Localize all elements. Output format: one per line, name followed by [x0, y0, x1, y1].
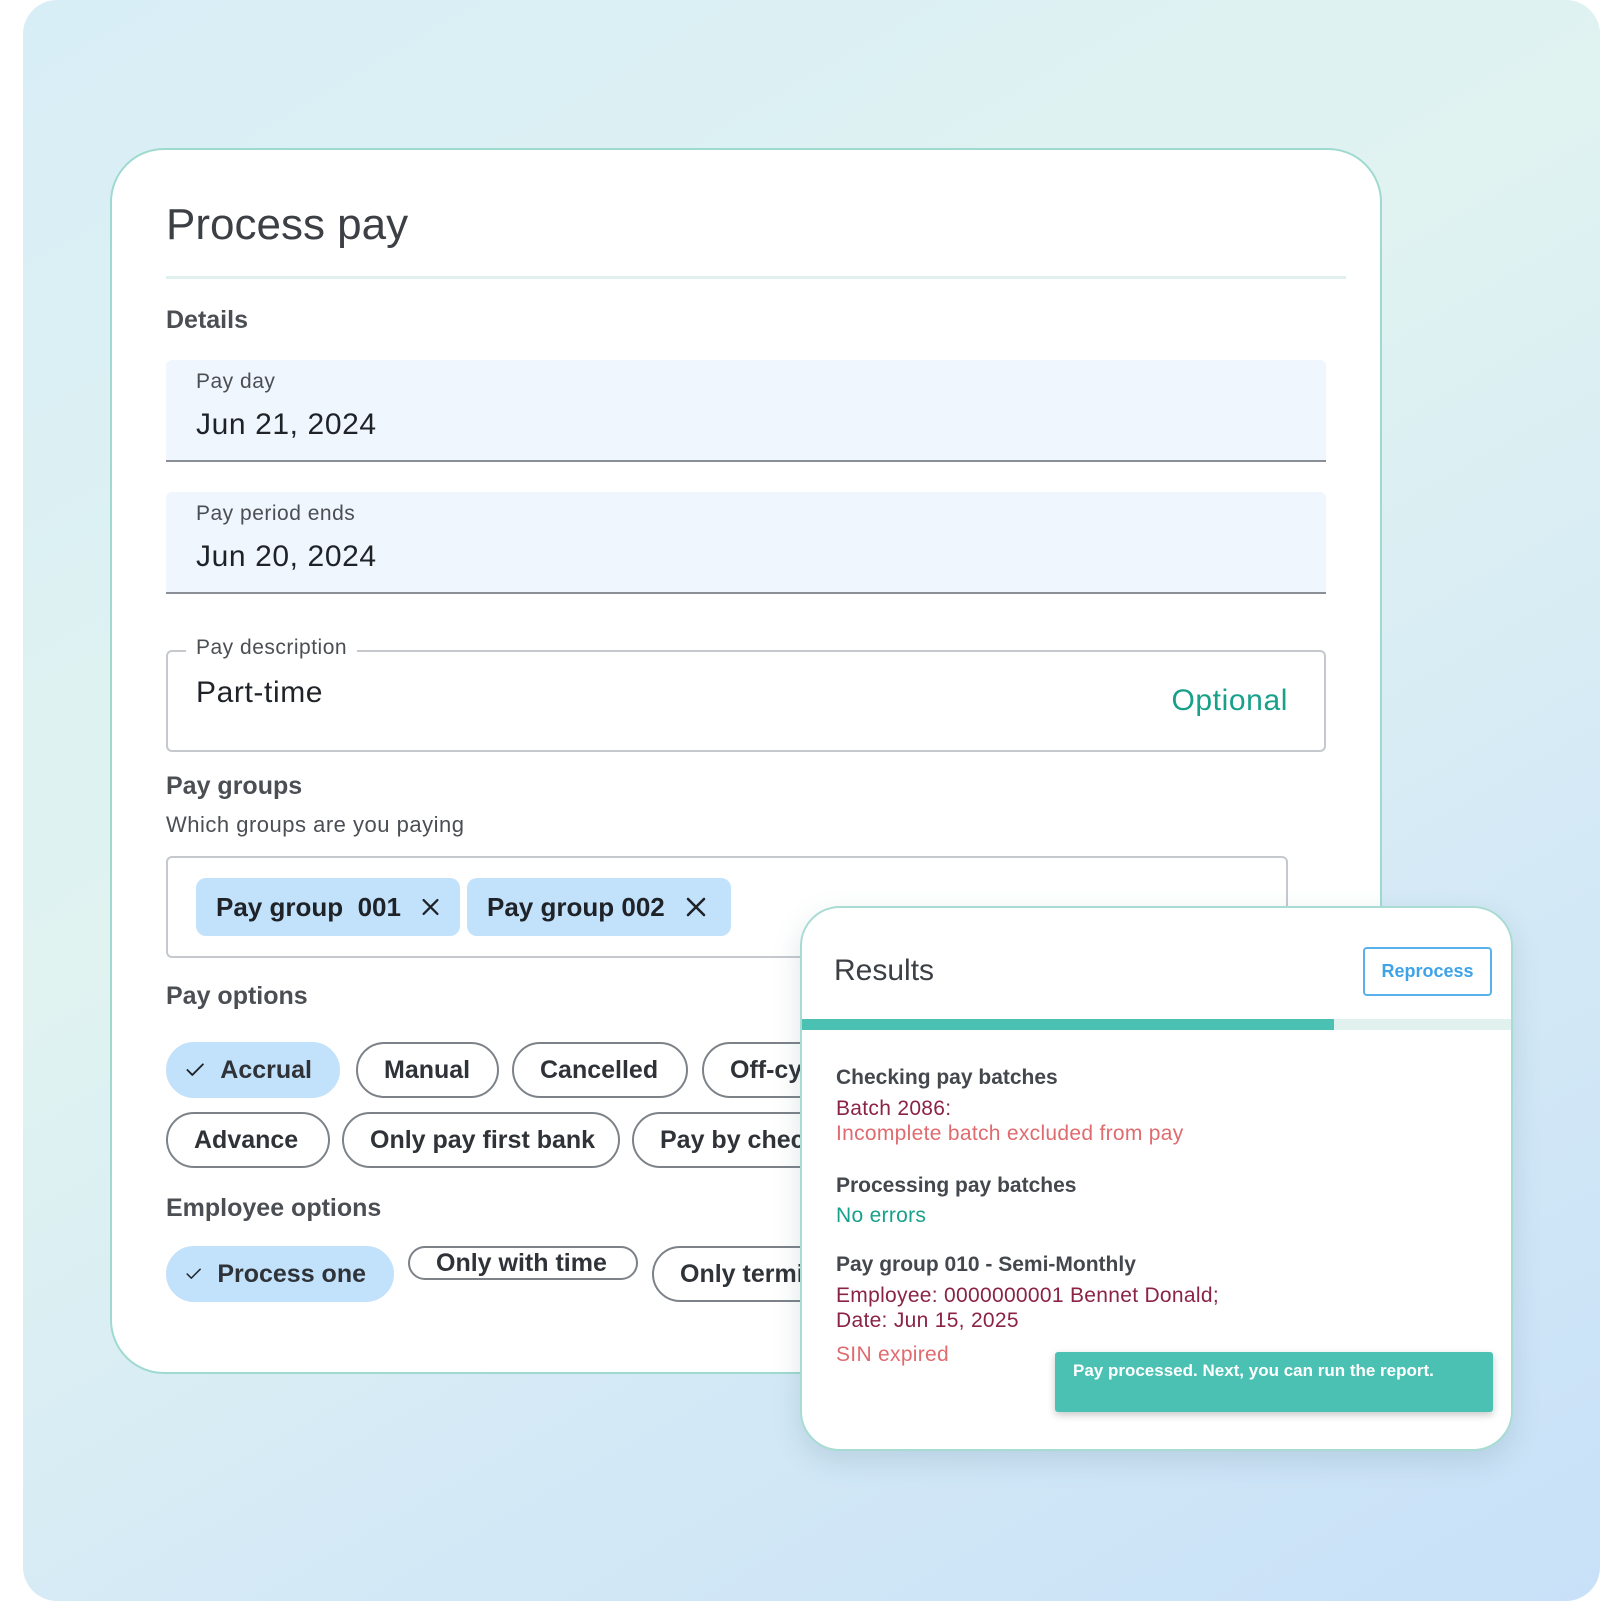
- processing-status: No errors: [836, 1204, 927, 1227]
- page-title: Process pay: [166, 200, 409, 249]
- pay-option-label: Manual: [384, 1055, 471, 1084]
- pay-option-only-pay-first-bank[interactable]: Only pay first bank: [342, 1112, 620, 1168]
- progress-bar-fill: [802, 1019, 1334, 1030]
- optional-hint: Optional: [1171, 684, 1288, 717]
- progress-bar: [802, 1019, 1511, 1030]
- pay-option-cancelled[interactable]: Cancelled: [512, 1042, 688, 1098]
- check-icon: [186, 1268, 201, 1279]
- employee-option-only-with-time[interactable]: Only with time: [408, 1246, 638, 1280]
- batch-warning: Incomplete batch excluded from pay: [836, 1122, 1184, 1145]
- pay-period-ends-label: Pay period ends: [196, 502, 356, 525]
- date-detail: Date: Jun 15, 2025: [836, 1309, 1019, 1332]
- pay-option-label: Advance: [194, 1125, 299, 1154]
- checking-heading: Checking pay batches: [836, 1066, 1058, 1089]
- pay-group-chip-label: Pay group 001: [216, 891, 401, 922]
- pay-option-accrual[interactable]: Accrual: [166, 1042, 340, 1098]
- pay-group-heading: Pay group 010 - Semi-Monthly: [836, 1253, 1136, 1276]
- results-title: Results: [834, 954, 935, 987]
- employee-option-label: Process one: [217, 1259, 366, 1288]
- employee-option-process-one[interactable]: Process one: [166, 1246, 394, 1302]
- check-icon: [186, 1063, 204, 1076]
- pay-options-heading: Pay options: [166, 982, 308, 1010]
- title-divider: [166, 276, 1346, 279]
- pay-group-chip[interactable]: Pay group 002: [467, 878, 731, 936]
- pay-description-field[interactable]: Pay description Part-time Optional: [166, 636, 1326, 752]
- pay-option-manual[interactable]: Manual: [356, 1042, 499, 1098]
- employee-option-label: Only termi: [680, 1259, 804, 1288]
- pay-day-value: Jun 21, 2024: [196, 408, 377, 441]
- pay-groups-helper: Which groups are you paying: [166, 812, 465, 837]
- batch-label: Batch 2086:: [836, 1097, 952, 1120]
- pay-description-label: Pay description: [186, 636, 358, 660]
- employee-option-label: Only with time: [436, 1248, 607, 1277]
- pay-option-label: Pay by chec: [660, 1125, 805, 1154]
- pay-period-ends-field[interactable]: Pay period ends Jun 20, 2024: [166, 492, 1326, 594]
- pay-group-chip-label: Pay group 002: [487, 891, 665, 922]
- pay-day-field[interactable]: Pay day Jun 21, 2024: [166, 360, 1326, 462]
- success-toast: Pay processed. Next, you can run the rep…: [1055, 1352, 1493, 1412]
- close-icon[interactable]: [685, 896, 707, 918]
- pay-period-ends-value: Jun 20, 2024: [196, 540, 377, 573]
- processing-heading: Processing pay batches: [836, 1174, 1077, 1197]
- employee-options-heading: Employee options: [166, 1194, 382, 1222]
- pay-option-advance[interactable]: Advance: [166, 1112, 330, 1168]
- pay-description-value: Part-time: [196, 676, 324, 709]
- pay-option-label: Only pay first bank: [370, 1125, 596, 1154]
- close-icon[interactable]: [421, 896, 440, 918]
- details-heading: Details: [166, 306, 248, 334]
- pay-option-label: Accrual: [220, 1055, 312, 1084]
- pay-groups-heading: Pay groups: [166, 772, 303, 800]
- pay-day-label: Pay day: [196, 370, 276, 393]
- reprocess-button[interactable]: Reprocess: [1363, 947, 1492, 996]
- results-panel: Results Reprocess Checking pay batches B…: [800, 906, 1513, 1451]
- pay-option-label: Off-cy: [730, 1055, 803, 1084]
- employee-detail: Employee: 0000000001 Bennet Donald;: [836, 1284, 1219, 1307]
- pay-group-chip[interactable]: Pay group 001: [196, 878, 460, 936]
- sin-error: SIN expired: [836, 1343, 950, 1366]
- pay-option-label: Cancelled: [540, 1055, 659, 1084]
